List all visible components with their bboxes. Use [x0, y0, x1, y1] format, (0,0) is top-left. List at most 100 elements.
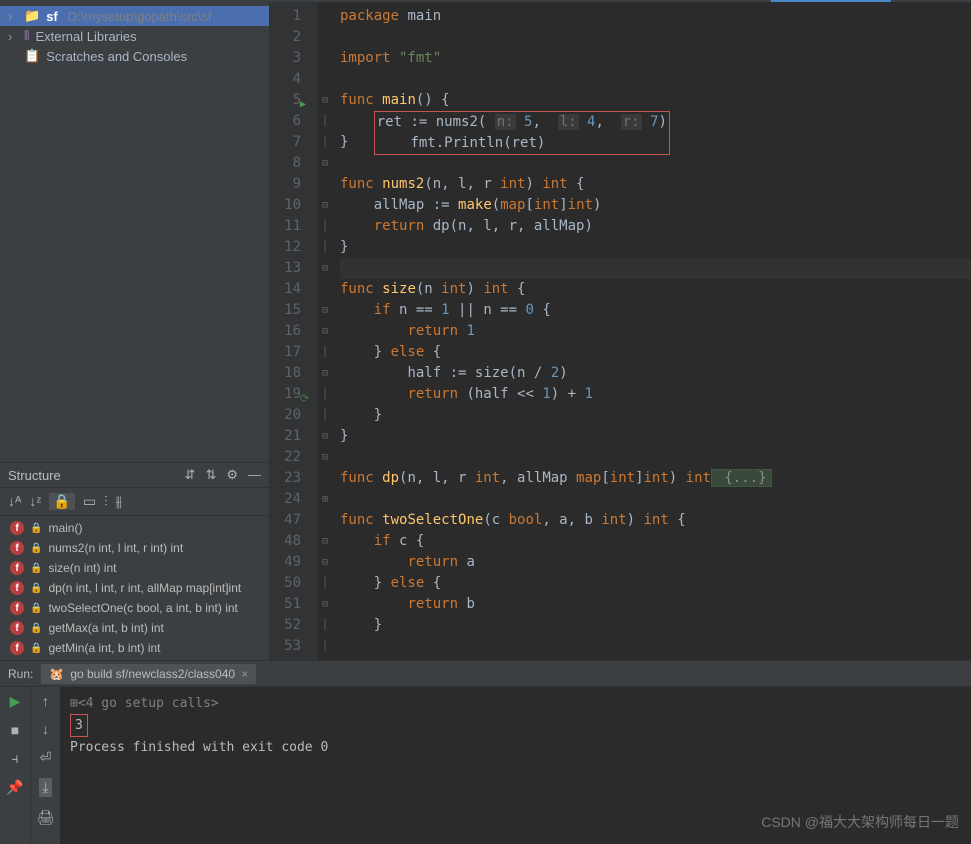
sort-za-icon[interactable]: ↓ᶻ [29, 493, 41, 510]
root-path: D:\mysetup\gopath\src\sf [68, 9, 212, 24]
line-number: 7 [270, 132, 317, 153]
up-icon[interactable]: ↑ [42, 693, 49, 709]
fold-icon[interactable]: ⊟ [318, 321, 332, 342]
line-number: 23 [270, 468, 317, 489]
pin-icon[interactable]: 📌 [6, 779, 23, 796]
sort-az-icon[interactable]: ↓ᴬ [8, 493, 21, 510]
structure-header-icons: ⇵ ⇅ ⚙ — [185, 467, 261, 483]
scroll-icon[interactable]: ⤓ [39, 778, 51, 797]
collapse-icon[interactable]: ⇅ [205, 467, 216, 483]
line-number: 5▶ [270, 90, 317, 111]
line-number: 51 [270, 594, 317, 615]
line-number: 9 [270, 174, 317, 195]
fold-icon[interactable]: ⊟ [318, 531, 332, 552]
layout-icon[interactable]: ⫞ [12, 750, 19, 767]
code-area[interactable]: package main import "fmt" func main() { … [332, 2, 971, 660]
scratches-label: Scratches and Consoles [46, 49, 187, 64]
fold-icon[interactable]: ⊟ [318, 363, 332, 384]
fold-icon[interactable]: ⊟ [318, 195, 332, 216]
line-number: 47 [270, 510, 317, 531]
fn-item-getmin[interactable]: f🔒getMin(a int, b int) int [0, 638, 269, 658]
function-icon: f [10, 521, 24, 535]
fold-end-icon[interactable]: ⊟ [318, 426, 332, 447]
fold-icon[interactable]: ⊟ [318, 300, 332, 321]
console-output[interactable]: ⊞<4 go setup calls> 3 Process finished w… [60, 687, 971, 844]
line-number: 48 [270, 531, 317, 552]
line-number: 4 [270, 69, 317, 90]
line-number: 22 [270, 447, 317, 468]
line-number: 13 [270, 258, 317, 279]
fold-collapsed-icon[interactable]: ⊞ [318, 489, 332, 510]
line-number: 8 [270, 153, 317, 174]
project-root-item[interactable]: › 📁 sf D:\mysetup\gopath\src\sf [0, 6, 269, 26]
line-number: 17 [270, 342, 317, 363]
filter2-icon[interactable]: ⫵ [116, 493, 122, 510]
structure-list: f🔒main() f🔒nums2(n int, l int, r int) in… [0, 516, 269, 660]
fn-item-dp[interactable]: f🔒dp(n int, l int, r int, allMap map[int… [0, 578, 269, 598]
lock-icon: 🔒 [30, 603, 42, 614]
line-number: 14 [270, 279, 317, 300]
setup-calls: <4 go setup calls> [78, 696, 219, 711]
close-icon[interactable]: × [241, 667, 248, 681]
left-panel: › 📁 sf D:\mysetup\gopath\src\sf › ⫴ Exte… [0, 2, 270, 660]
folder-filter-icon[interactable]: ▭ [83, 493, 96, 510]
fold-icon[interactable]: ⊟ [318, 552, 332, 573]
fold-end-icon[interactable]: ⊟ [318, 447, 332, 468]
line-number: 12 [270, 237, 317, 258]
main-area: › 📁 sf D:\mysetup\gopath\src\sf › ⫴ Exte… [0, 2, 971, 660]
stop-icon[interactable]: ■ [11, 722, 19, 738]
fold-icon[interactable]: ⊟ [318, 90, 332, 111]
output-value: 3 [70, 714, 88, 737]
function-icon: f [10, 561, 24, 575]
run-toolbar-left: ▶ ■ ⫞ 📌 [0, 687, 30, 844]
fn-item-twoselectone[interactable]: f🔒twoSelectOne(c bool, a int, b int) int [0, 598, 269, 618]
chevron-right-icon: › [8, 9, 18, 24]
down-icon[interactable]: ↓ [42, 721, 49, 737]
fn-item-nums2[interactable]: f🔒nums2(n int, l int, r int) int [0, 538, 269, 558]
run-toolbar-2: ↑ ↓ ⏎ ⤓ 🖨 [30, 687, 60, 844]
line-number: 10 [270, 195, 317, 216]
fn-item-main[interactable]: f🔒main() [0, 518, 269, 538]
library-icon: ⫴ [24, 28, 29, 44]
run-tab-label: go build sf/newclass2/class040 [70, 667, 235, 681]
minimize-icon[interactable]: — [248, 467, 261, 483]
chevron-right-icon: › [8, 29, 18, 44]
code-editor[interactable]: 1 2 3 4 5▶ 6 7 8 9 10 11 12 13 14 15 16 … [270, 2, 971, 660]
project-tree: › 📁 sf D:\mysetup\gopath\src\sf › ⫴ Exte… [0, 2, 269, 70]
folded-code[interactable]: {...} [711, 469, 772, 487]
line-number: 20 [270, 405, 317, 426]
exit-message: Process finished with exit code 0 [70, 737, 961, 758]
line-number: 2 [270, 27, 317, 48]
line-number: 52 [270, 615, 317, 636]
gear-icon[interactable]: ⚙ [226, 467, 238, 483]
line-number: 49 [270, 552, 317, 573]
external-libraries-item[interactable]: › ⫴ External Libraries [0, 26, 269, 46]
expand-icon[interactable]: ⇵ [185, 467, 196, 483]
line-number: 19⟳ [270, 384, 317, 405]
lock-icon[interactable]: 🔒 [49, 493, 74, 510]
expand-icon[interactable]: ⊞ [70, 696, 78, 711]
fold-end-icon[interactable]: ⊟ [318, 258, 332, 279]
run-header: Run: 🐹 go build sf/newclass2/class040 × [0, 661, 971, 687]
filter-icon[interactable]: ⫶ [104, 493, 108, 510]
structure-panel: Structure ⇵ ⇅ ⚙ — ↓ᴬ ↓ᶻ 🔒 ▭ ⫶ ⫵ f🔒main()… [0, 462, 269, 660]
root-name: sf [46, 9, 58, 24]
function-icon: f [10, 581, 24, 595]
run-tab[interactable]: 🐹 go build sf/newclass2/class040 × [41, 664, 256, 684]
scratches-item[interactable]: 📋 Scratches and Consoles [0, 46, 269, 66]
lock-icon: 🔒 [30, 643, 42, 654]
wrap-icon[interactable]: ⏎ [40, 749, 52, 766]
scratches-icon: 📋 [24, 48, 40, 64]
line-number: 11 [270, 216, 317, 237]
run-body: ▶ ■ ⫞ 📌 ↑ ↓ ⏎ ⤓ 🖨 ⊞<4 go setup calls> 3 … [0, 687, 971, 844]
folder-icon: 📁 [24, 8, 40, 24]
fold-column: ⊟ ││ ⊟ ⊟ ││ ⊟ ⊟ ⊟ │ ⊟ ││ ⊟ ⊟ ⊞ ⊟ ⊟ │ ⊟ │… [318, 2, 332, 660]
fold-icon[interactable]: ⊟ [318, 594, 332, 615]
line-number: 21 [270, 426, 317, 447]
fn-item-getmax[interactable]: f🔒getMax(a int, b int) int [0, 618, 269, 638]
rerun-icon[interactable]: ▶ [10, 693, 21, 710]
fold-end-icon[interactable]: ⊟ [318, 153, 332, 174]
line-number: 16 [270, 321, 317, 342]
print-icon[interactable]: 🖨 [37, 809, 55, 826]
fn-item-size[interactable]: f🔒size(n int) int [0, 558, 269, 578]
